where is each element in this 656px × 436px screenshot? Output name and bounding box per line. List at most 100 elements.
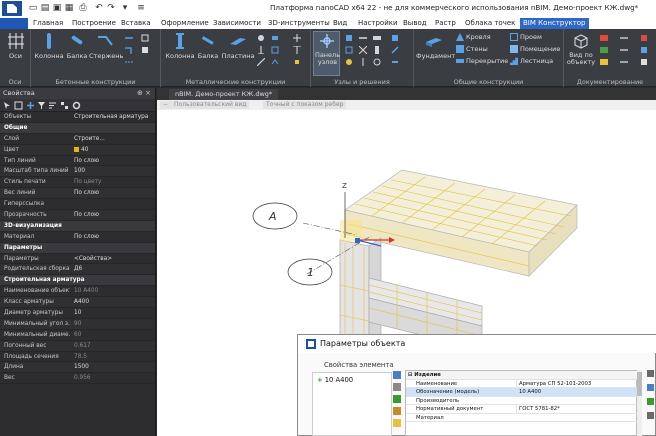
property-value[interactable]: По слою xyxy=(74,232,154,242)
metal-column-button[interactable]: Колонна xyxy=(165,32,195,60)
tab-bim-constructor[interactable]: BIM Конструктор xyxy=(520,18,589,29)
grid-row[interactable]: Нормативный документ ГОСТ 5781-82* xyxy=(406,405,638,414)
right-tool-d-icon[interactable] xyxy=(647,412,654,419)
property-value[interactable]: 10 xyxy=(74,308,154,318)
slab-button[interactable]: Перекрытие xyxy=(466,57,508,65)
property-row[interactable]: Прозрачность По слою xyxy=(0,210,155,221)
gizmo-origin-grip[interactable] xyxy=(355,238,360,243)
document-tab[interactable]: nBIM. Демо-проект КЖ.dwg* xyxy=(169,89,279,100)
open-file-icon[interactable]: ▤ xyxy=(40,3,50,13)
property-row[interactable]: Вес 0.956 xyxy=(0,373,155,385)
view-preset-dropdown[interactable]: Пользовательский вид xyxy=(171,101,250,109)
rebar-button[interactable]: Стержень xyxy=(89,32,123,60)
tab-annotate[interactable]: Оформление xyxy=(158,18,212,29)
property-section[interactable]: 3D-визуализация xyxy=(0,220,155,232)
dialog-tool-c-icon[interactable] xyxy=(393,395,401,403)
property-row[interactable]: Гиперссылка xyxy=(0,199,155,211)
node-tool-a-icon[interactable] xyxy=(345,34,353,42)
right-tool-c-icon[interactable] xyxy=(647,398,654,405)
doc-spec-icon[interactable] xyxy=(600,34,608,42)
node-tool-k-icon[interactable] xyxy=(391,46,399,54)
room-button[interactable]: Помещение xyxy=(520,45,560,53)
property-value[interactable]: Строите... xyxy=(74,134,154,144)
redo-icon[interactable]: ↷ xyxy=(106,3,116,13)
property-row[interactable]: Тип линий По слою xyxy=(0,156,155,167)
property-row[interactable]: Класс арматуры A400 xyxy=(0,297,155,309)
property-value[interactable]: По цвету xyxy=(74,177,154,187)
property-value[interactable]: 90 xyxy=(74,319,154,329)
dialog-tool-a-icon[interactable] xyxy=(393,371,401,379)
property-row[interactable]: Стиль печати По цвету xyxy=(0,177,155,189)
property-row[interactable]: Материал По слою xyxy=(0,232,155,243)
right-tool-a-icon[interactable] xyxy=(647,370,654,377)
property-value[interactable]: 10 A400 xyxy=(74,286,154,296)
bolt-icon[interactable] xyxy=(257,34,265,42)
property-row[interactable]: Объекты Строительная арматура xyxy=(0,112,155,123)
rebar-line-icon[interactable] xyxy=(125,34,133,42)
property-row[interactable]: Слой Строите... xyxy=(0,134,155,145)
node-tool-d-icon[interactable] xyxy=(359,34,367,42)
opening-button[interactable]: Проем xyxy=(520,33,542,41)
tab-output[interactable]: Вывод xyxy=(400,18,430,29)
property-section[interactable]: Параметры xyxy=(0,242,155,254)
metal-opt-b-icon[interactable] xyxy=(271,46,279,54)
metal-opt-f-icon[interactable] xyxy=(293,58,301,66)
property-section[interactable]: Строительная арматура xyxy=(0,275,155,287)
property-value[interactable]: Д6 xyxy=(74,264,154,274)
walls-button[interactable]: Стены xyxy=(466,45,488,53)
visual-style-dropdown[interactable]: Точный с показом ребер xyxy=(263,101,347,109)
grid-row[interactable]: Материал xyxy=(406,414,638,422)
doc-tag-a-icon[interactable] xyxy=(640,34,648,42)
property-row[interactable]: Длина 1500 xyxy=(0,362,155,374)
property-section[interactable]: Общие xyxy=(0,122,155,134)
new-file-icon[interactable]: ▭ xyxy=(28,3,38,13)
node-panel-button[interactable]: Панель узлов xyxy=(313,31,340,76)
application-menu-button[interactable] xyxy=(0,18,28,29)
property-row[interactable]: Цвет 40 xyxy=(0,144,155,156)
app-logo-icon[interactable] xyxy=(2,1,22,16)
property-row[interactable]: Диаметр арматуры 10 xyxy=(0,308,155,319)
metal-opt-e-icon[interactable] xyxy=(293,46,301,54)
tab-constraints[interactable]: Зависимости xyxy=(210,18,264,29)
metal-opt-c-icon[interactable] xyxy=(271,58,279,66)
tree-item-rebar[interactable]: +10 A400 xyxy=(317,376,353,384)
qat-dropdown-icon[interactable]: ▾ xyxy=(120,3,130,13)
node-tool-l-icon[interactable] xyxy=(391,58,399,66)
node-tool-h-icon[interactable] xyxy=(373,46,381,54)
weld-icon[interactable] xyxy=(257,58,265,66)
stairs-button[interactable]: Лестница xyxy=(520,57,553,65)
properties-settings-icon[interactable] xyxy=(72,101,81,110)
metal-beam-button[interactable]: Балка xyxy=(195,32,221,60)
doc-arrow-b-icon[interactable] xyxy=(620,46,628,54)
tab-raster[interactable]: Растр xyxy=(432,18,459,29)
doc-arrow-a-icon[interactable] xyxy=(620,34,628,42)
property-row[interactable]: Наименование объекта 10 A400 xyxy=(0,286,155,298)
property-value[interactable]: По слою xyxy=(74,210,154,220)
doc-arrow-c-icon[interactable] xyxy=(620,58,628,66)
tab-3d-tools[interactable]: 3D-инструменты xyxy=(265,18,333,29)
property-value[interactable]: 0.956 xyxy=(74,373,154,383)
qat-more-icon[interactable]: ≡ xyxy=(136,3,146,13)
grid-row[interactable]: Наименование Арматура СП 52-101-2003 xyxy=(406,379,638,388)
tab-view[interactable]: Вид xyxy=(330,18,350,29)
grid-section-header[interactable]: ⊟ Изделие xyxy=(406,371,638,380)
dialog-tool-d-icon[interactable] xyxy=(393,407,401,415)
tab-build[interactable]: Построение xyxy=(69,18,119,29)
node-tool-g-icon[interactable] xyxy=(373,34,381,42)
categorized-icon[interactable] xyxy=(60,101,69,110)
metal-opt-d-icon[interactable] xyxy=(293,34,301,42)
plate-button[interactable]: Пластина xyxy=(221,32,255,60)
dialog-tool-e-icon[interactable] xyxy=(393,419,401,427)
dialog-tool-b-icon[interactable] xyxy=(393,383,401,391)
node-tool-b-icon[interactable] xyxy=(345,46,353,54)
property-value[interactable]: Строительная арматура xyxy=(74,112,154,122)
property-row[interactable]: Масштаб типа линий 100 xyxy=(0,166,155,178)
property-row[interactable]: Вес линий По слою xyxy=(0,188,155,200)
tree-expand-icon[interactable]: + xyxy=(317,376,323,384)
axes-button[interactable]: Оси xyxy=(2,32,29,60)
save-icon[interactable]: ▣ xyxy=(52,3,62,13)
node-tool-i-icon[interactable] xyxy=(373,58,381,66)
doc-tag-c-icon[interactable] xyxy=(640,58,648,66)
property-value[interactable]: По слою xyxy=(74,188,154,198)
property-value[interactable]: <Свойства> xyxy=(74,254,154,264)
